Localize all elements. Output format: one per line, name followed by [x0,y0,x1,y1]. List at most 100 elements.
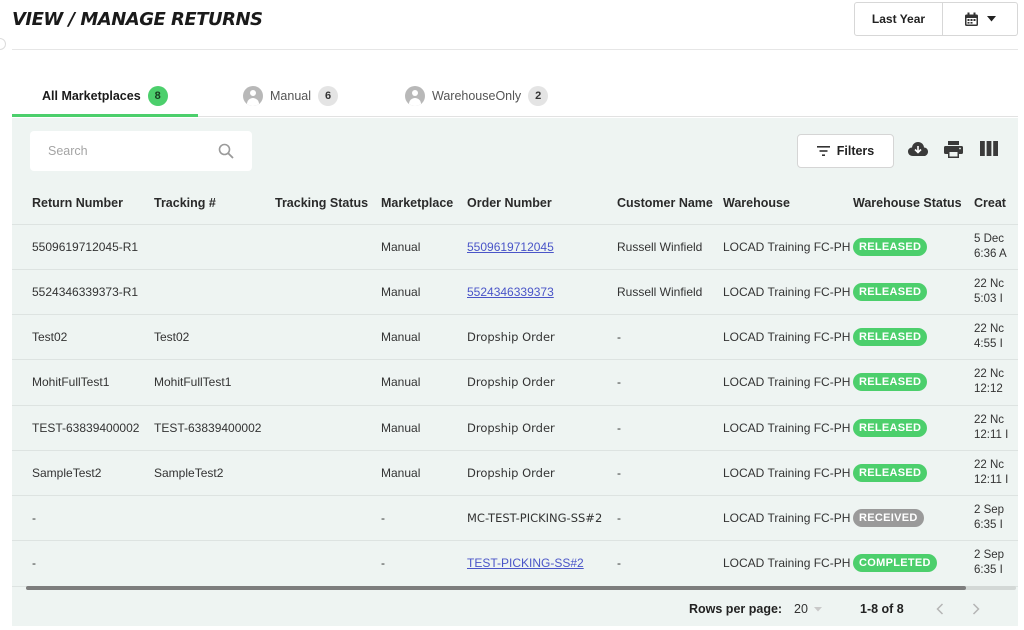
created-cell: 22 Nc 12:11 I [974,450,1018,497]
warehouse-cell: LOCAD Training FC-PH [723,269,853,316]
column-header-order-number[interactable]: Order Number [467,182,617,225]
table-row[interactable]: - - TEST-PICKING-SS#2- LOCAD Training FC-PH… [12,540,1018,587]
warehouse-cell: LOCAD Training FC-PH [723,495,853,542]
column-header-marketplace[interactable]: Marketplace [381,182,467,225]
tab-count-badge: 2 [528,86,549,106]
column-header-customer-name[interactable]: Customer Name [617,182,723,225]
filters-button[interactable]: Filters [797,134,894,168]
warehouse-cell: LOCAD Training FC-PH [723,359,853,406]
customer-name-cell: - [617,450,723,497]
created-date-text: 2 Sep [974,549,1005,562]
status-badge: RELEASED [853,328,928,347]
marketplace-cell: Manual [381,359,467,406]
print-icon[interactable] [944,141,963,158]
created-date-text: 22 Nc [974,368,1005,381]
return-number-cell: Test02 [12,314,154,361]
order-number-link[interactable]: 5509619712045 [467,240,554,254]
table-row[interactable]: Test02 Test02 Manual Dropship Order - LOCAD T… [12,314,1018,361]
order-number-text: Dropship Order [467,375,555,390]
customer-name-cell: Russell Winfield [617,224,723,270]
order-number-cell: Dropship Order [467,450,617,497]
previous-page-button[interactable] [936,599,944,619]
marketplace-cell: Manual [381,314,467,361]
rows-per-page-select[interactable]: 20 [794,599,822,619]
column-header-warehouse[interactable]: Warehouse [723,182,853,225]
return-number-cell: MohitFullTest1 [12,359,154,406]
filters-label: Filters [836,144,875,158]
caret-down-icon [813,606,822,611]
returns-table-body: 5509619712045-R1 Manual 5509619712045 Russe… [12,224,1018,587]
horizontal-scrollbar-thumb[interactable] [26,586,966,590]
created-cell: 22 Nc 12:11 I [974,405,1018,451]
return-number-cell: SampleTest2 [12,450,154,497]
customer-name-cell: Russell Winfield [617,269,723,316]
order-number-cell: MC-TEST-PICKING-SS#2 [467,495,617,542]
marketplace-cell: - [381,540,467,587]
created-cell: 22 Nc 12:12 [974,359,1018,406]
column-header-tracking-status[interactable]: Tracking Status [275,182,381,225]
order-number-cell: Dropship Order [467,405,617,451]
tracking-cell: TEST-63839400002 [154,405,275,451]
chevron-right-icon [972,603,980,615]
created-date-text: 22 Nc [974,413,1005,426]
tab-manual[interactable]: Manual 6 [243,77,338,115]
created-date-text: 12:12 [974,383,1003,396]
order-number-link[interactable]: 5524346339373 [467,285,554,299]
tracking-status-cell [275,495,381,542]
table-row[interactable]: TEST-63839400002 TEST-63839400002 Manual Dr… [12,405,1018,451]
order-number-link[interactable]: TEST-PICKING-SS#2 [467,556,584,570]
user-avatar-icon [405,86,425,106]
tracking-status-cell [275,269,381,316]
tab-count-badge: 8 [147,86,168,106]
date-range-button[interactable]: Last Year [855,3,943,35]
table-row[interactable]: - - MC-TEST-PICKING-SS#2- LOCAD Training FC… [12,495,1018,542]
tracking-cell [154,269,275,316]
column-header-warehouse-status[interactable]: Warehouse Status [853,182,974,225]
table-header-row: Return Number Tracking # Tracking Status… [12,182,1018,225]
search-icon[interactable] [218,143,234,159]
created-date-text: 6:35 I [974,519,1003,532]
tab-label: Manual [270,89,311,103]
tracking-status-cell [275,540,381,587]
order-number-cell: Dropship Order [467,359,617,406]
table-row[interactable]: MohitFullTest1 MohitFullTest1 Manual Dropsh… [12,359,1018,406]
created-date-text: 22 Nc [974,323,1005,336]
warehouse-status-cell: RELEASED [853,224,974,270]
created-cell: 2 Sep 6:35 I [974,495,1018,542]
warehouse-status-cell: RELEASED [853,405,974,451]
status-badge: RELEASED [853,463,928,482]
warehouse-status-cell: RECEIVED [853,495,974,542]
sidebar-toggle[interactable] [0,38,6,50]
tracking-cell: Test02 [154,314,275,361]
column-header-created[interactable]: Creat [974,182,1018,225]
status-badge: RELEASED [853,373,928,392]
returns-table: Return Number Tracking # Tracking Status… [12,182,1018,587]
download-cloud-icon[interactable] [907,141,929,157]
return-number-cell: - [12,495,154,542]
pagination-range: 1-8 of 8 [860,602,904,616]
returns-panel: Filters Return Number Tracking # Trackin… [12,118,1018,626]
tab-warehouse-only[interactable]: WarehouseOnly 2 [405,77,549,115]
active-tab-indicator [12,114,198,117]
column-header-tracking[interactable]: Tracking # [154,182,275,225]
order-number-cell: TEST-PICKING-SS#2 [467,540,617,587]
tab-all-marketplaces[interactable]: All Marketplaces 8 [42,77,168,115]
table-row[interactable]: 5509619712045-R1 Manual 5509619712045 Russe… [12,224,1018,270]
tab-label: All Marketplaces [42,89,141,103]
created-date-text: 5:03 I [974,292,1003,305]
table-row[interactable]: SampleTest2 SampleTest2 Manual Dropship Ord… [12,450,1018,497]
user-avatar-icon [243,86,263,106]
column-header-return-number[interactable]: Return Number [12,182,154,225]
date-picker-button[interactable] [943,3,1017,35]
tracking-status-cell [275,405,381,451]
tracking-status-cell [275,450,381,497]
search-input[interactable] [48,144,198,158]
order-number-text: Dropship Order [467,330,555,345]
marketplace-tabs: All Marketplaces 8 Manual 6 WarehouseOnl… [12,77,1018,117]
table-row[interactable]: 5524346339373-R1 Manual 5524346339373 Russe… [12,269,1018,316]
next-page-button[interactable] [972,599,980,619]
columns-icon[interactable] [980,141,998,156]
order-number-text: MC-TEST-PICKING-SS#2 [467,511,603,526]
tracking-cell [154,540,275,587]
status-badge: RELEASED [853,237,928,256]
